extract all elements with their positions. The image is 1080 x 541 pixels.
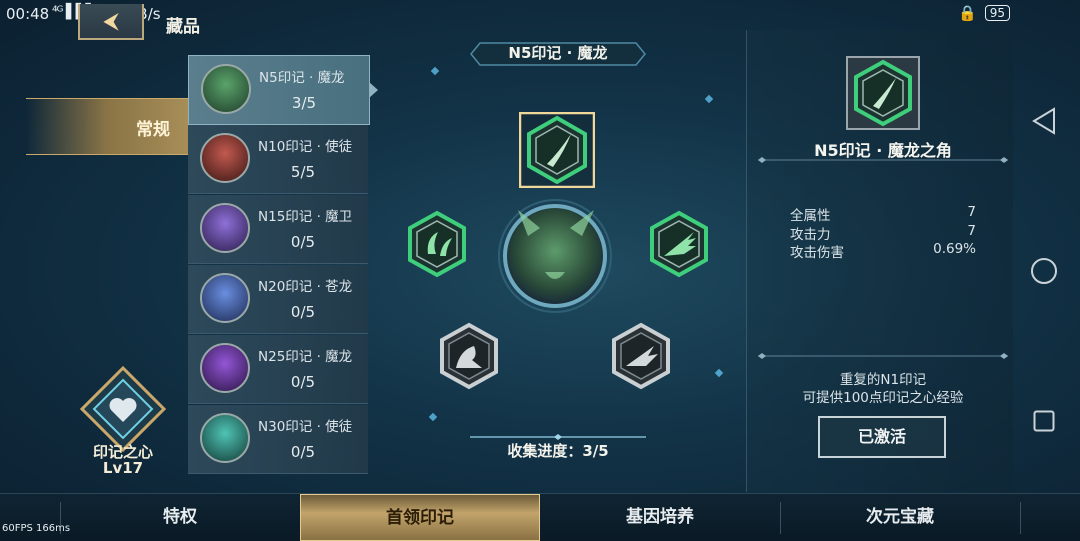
dragon-claw-emblem[interactable]: [406, 210, 468, 278]
list-item[interactable]: N10印记 · 使徒 5/5: [188, 125, 368, 194]
selected-arrow-icon: [369, 82, 378, 98]
collection-progress: 收集进度：3/5: [507, 442, 609, 460]
stat-label: 全属性: [790, 208, 831, 224]
activated-button[interactable]: 已激活: [818, 416, 946, 458]
stat-value: 7: [967, 204, 976, 220]
dragon-horn-emblem[interactable]: [519, 112, 595, 188]
tab-gene-cultivation[interactable]: 基因培养: [540, 494, 780, 541]
back-arrow-icon: ⮜: [103, 8, 119, 34]
stat-row: 全属性 7: [790, 204, 976, 224]
status-bar: 00:48 ⁴ᴳ ▌▌▌ 772 B/s 🔒 95: [0, 0, 1080, 28]
stat-label: 攻击伤害: [790, 245, 844, 261]
boss-mark-name: N25印记 · 魔龙: [258, 349, 353, 365]
boss-mark-count: 5/5: [290, 163, 316, 181]
boss-mark-count: 0/5: [290, 373, 316, 391]
battery-indicator: 95: [984, 5, 1010, 21]
boss-portrait: [200, 343, 250, 393]
heart-level: Lv17: [102, 459, 144, 477]
clock: 00:48: [6, 5, 50, 23]
category-tab-regular[interactable]: 常规: [26, 98, 188, 155]
stat-row: 攻击力 7: [790, 222, 976, 243]
description-line: 重复的N1印记: [839, 372, 927, 388]
list-item[interactable]: N15印记 · 魔卫 0/5: [188, 195, 368, 264]
fps-overlay: 60FPS 166ms: [2, 523, 71, 534]
boss-mark-count: 3/5: [291, 94, 317, 112]
divider: [758, 157, 1008, 163]
boss-mark-name: N15印记 · 魔卫: [258, 209, 353, 225]
page-title: 藏品: [166, 17, 200, 37]
dragon-foot-emblem-locked[interactable]: [438, 322, 500, 390]
stat-value: 7: [967, 222, 976, 239]
boss-mark-list: N5印记 · 魔龙 3/5 N10印记 · 使徒 5/5 N15印记 · 魔卫 …: [188, 55, 378, 475]
boss-mark-name: N5印记 · 魔龙: [259, 70, 345, 86]
divider: [758, 353, 1008, 359]
tab-boss-mark[interactable]: 首领印记: [300, 494, 540, 541]
category-tab-label: 常规: [136, 120, 170, 140]
stat-value: 0.69%: [933, 241, 976, 257]
boss-mark-name: N20印记 · 苍龙: [258, 279, 353, 295]
dragon-wing-emblem[interactable]: [648, 210, 710, 278]
list-item[interactable]: N30印记 · 使徒 0/5: [188, 405, 368, 474]
bottom-tab-bar: 特权 首领印记 基因培养 次元宝藏: [0, 493, 1080, 541]
nav-back-icon[interactable]: [1032, 107, 1056, 135]
selected-item-emblem: [846, 56, 920, 130]
boss-center-portrait: [503, 204, 607, 308]
boss-mark-count: 0/5: [290, 303, 316, 321]
boss-portrait: [200, 273, 250, 323]
boss-mark-count: 0/5: [290, 233, 316, 251]
dragon-spike-emblem-locked[interactable]: [610, 322, 672, 390]
stat-label: 攻击力: [790, 226, 831, 243]
mark-heart-icon[interactable]: [80, 366, 166, 452]
list-item[interactable]: N5印记 · 魔龙 3/5: [188, 55, 378, 125]
list-item[interactable]: N25印记 · 魔龙 0/5: [188, 335, 368, 404]
back-button[interactable]: ⮜: [78, 4, 144, 40]
boss-portrait: [200, 413, 250, 463]
stats-table: 全属性 7 攻击力 7 攻击伤害 0.69%: [790, 204, 976, 261]
boss-mark-count: 0/5: [290, 443, 316, 461]
tab-separator: [1020, 502, 1021, 534]
boss-portrait: [201, 64, 251, 114]
stat-row: 攻击伤害 0.69%: [790, 241, 976, 261]
boss-mark-name: N10印记 · 使徒: [258, 139, 353, 155]
boss-portrait: [200, 133, 250, 183]
boss-portrait: [200, 203, 250, 253]
tab-privilege[interactable]: 特权: [60, 494, 300, 541]
tab-dimension-treasure[interactable]: 次元宝藏: [780, 494, 1020, 541]
nav-home-icon[interactable]: [1030, 257, 1058, 285]
list-item[interactable]: N20印记 · 苍龙 0/5: [188, 265, 368, 334]
boss-mark-name: N30印记 · 使徒: [258, 419, 353, 435]
description: 重复的N1印记 可提供100点印记之心经验: [746, 371, 1020, 407]
lock-icon: 🔒: [958, 4, 977, 22]
nav-recents-icon[interactable]: [1033, 410, 1055, 432]
description-line: 可提供100点印记之心经验: [802, 390, 964, 406]
